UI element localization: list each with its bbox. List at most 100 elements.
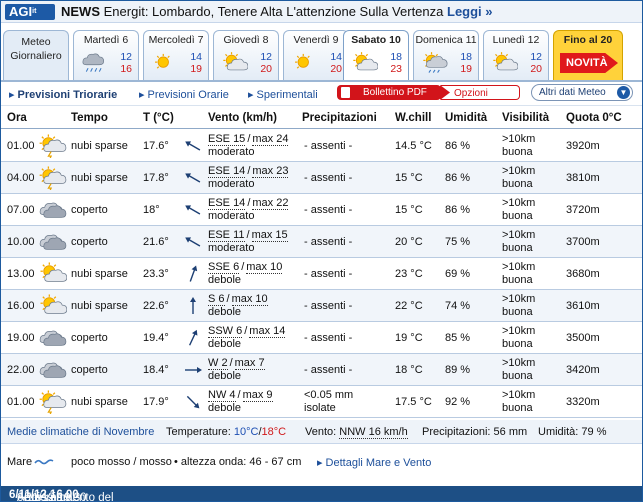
cell-visibilita: >10km buona bbox=[502, 197, 535, 223]
vis-distance: >10km bbox=[502, 261, 536, 273]
wind-arrow-icon bbox=[181, 358, 205, 382]
cell-temp: 23.3° bbox=[143, 268, 169, 280]
cell-vento: W 2/max 7 bbox=[208, 357, 265, 370]
cell-quota: 3320m bbox=[566, 396, 600, 408]
wind-direction: W 2 bbox=[208, 357, 228, 370]
cell-vento-type: debole bbox=[208, 370, 242, 382]
tab-previsioni-triorarie[interactable]: Previsioni Triorarie bbox=[9, 88, 118, 101]
cell-umidita: 75 % bbox=[445, 236, 471, 248]
cell-wchill: 15 °C bbox=[395, 172, 423, 184]
cell-precipitazioni: <0.05 mm isolate bbox=[304, 389, 353, 415]
col-tempo: Tempo bbox=[71, 112, 108, 124]
day-tab-max: 19 bbox=[460, 63, 472, 75]
tab-previsioni-orarie[interactable]: Previsioni Orarie bbox=[139, 88, 229, 101]
day-tab-min: 18 bbox=[460, 51, 472, 63]
dettagli-mare-link[interactable]: Dettagli Mare e Vento bbox=[317, 456, 432, 469]
cell-umidita: 85 % bbox=[445, 332, 471, 344]
cell-visibilita: >10km buona bbox=[502, 389, 535, 415]
wind-arrow-icon bbox=[181, 134, 205, 158]
cell-umidita: 92 % bbox=[445, 396, 471, 408]
cloud-icon bbox=[39, 198, 67, 222]
day-tab[interactable]: Meteo Giornaliero bbox=[3, 30, 69, 80]
day-tab-min: 12 bbox=[260, 51, 272, 63]
medie-vento-label: Vento: bbox=[305, 426, 337, 438]
cell-umidita: 89 % bbox=[445, 364, 471, 376]
day-tab[interactable]: Mercoledì 7 14 19 bbox=[143, 30, 209, 80]
day-tab-max: 23 bbox=[390, 63, 402, 75]
vis-distance: >10km bbox=[502, 133, 536, 145]
sun-cloud-icon bbox=[222, 51, 249, 75]
cell-quota: 3720m bbox=[566, 204, 600, 216]
vis-quality: buona bbox=[502, 370, 533, 382]
cell-umidita: 86 % bbox=[445, 172, 471, 184]
table-row: 07.00 coperto 18° ESE 14/max 22 moderato - as… bbox=[1, 194, 642, 226]
cell-ora: 01.00 bbox=[7, 140, 35, 152]
cell-vento-type: debole bbox=[208, 274, 242, 286]
bollettino-pdf-button[interactable]: Bollettino PDF bbox=[337, 85, 441, 100]
day-tab[interactable]: Fino al 20 NOVITÀ bbox=[553, 30, 623, 80]
sun-icon bbox=[292, 51, 318, 75]
day-tab[interactable]: Lunedì 12 12 20 bbox=[483, 30, 549, 80]
vis-quality: buona bbox=[502, 178, 533, 190]
col-precipitazioni: Precipitazioni bbox=[302, 112, 377, 124]
vis-distance: >10km bbox=[502, 197, 536, 209]
vis-quality: buona bbox=[502, 146, 533, 158]
day-tab[interactable]: Giovedì 8 12 20 bbox=[213, 30, 279, 80]
cell-vento-type: moderato bbox=[208, 178, 255, 190]
wind-max: max 22 bbox=[252, 197, 289, 210]
leggi-link[interactable]: Leggi » bbox=[447, 4, 493, 19]
wind-arrow-icon bbox=[181, 294, 205, 318]
opzioni-button[interactable]: Opzioni bbox=[440, 85, 520, 100]
tab-sperimentali[interactable]: Sperimentali bbox=[248, 88, 318, 101]
agg-next-time: 6/11/12 19.30 bbox=[17, 492, 87, 502]
day-tab[interactable]: Sabato 10 18 23 bbox=[343, 30, 409, 82]
medie-vento-value: NNW 16 km/h bbox=[339, 426, 408, 439]
medie-umidita: Umidità: 79 % bbox=[538, 426, 606, 438]
cell-precipitazioni: - assenti - bbox=[304, 364, 353, 376]
medie-precipitazioni: Precipitazioni: 56 mm bbox=[422, 426, 527, 438]
sun-cloud-icon bbox=[39, 294, 68, 318]
altri-dati-meteo-button[interactable]: Altri dati Meteo ▼ bbox=[531, 84, 633, 101]
cell-vento: SSE 6/max 10 bbox=[208, 261, 283, 274]
cell-quota: 3700m bbox=[566, 236, 600, 248]
medie-tmin: 10°C bbox=[233, 426, 259, 438]
aggiornamento-text: Aggiornamento del 6/11/12 16.00 - Prossi… bbox=[9, 489, 114, 501]
day-tab[interactable]: Domenica 11 18 19 bbox=[413, 30, 479, 80]
cell-precipitazioni: - assenti - bbox=[304, 204, 353, 216]
wind-max: max 7 bbox=[234, 357, 265, 370]
day-tab[interactable]: Martedì 6 12 16 bbox=[73, 30, 139, 80]
cell-vento: SSW 6/max 14 bbox=[208, 325, 286, 338]
table-row: 01.00 nubi sparse 17.6° ESE 15/max 24 modera… bbox=[1, 130, 642, 162]
prec-type: isolate bbox=[304, 402, 336, 414]
cell-tempo: nubi sparse bbox=[71, 140, 128, 152]
arrow-right-icon bbox=[440, 85, 450, 100]
agi-logo[interactable]: AGIit bbox=[5, 4, 55, 20]
cell-vento: ESE 14/max 22 bbox=[208, 197, 289, 210]
news-headline[interactable]: Energit: Lombardo, Tenere Alta L'attenzi… bbox=[104, 4, 444, 19]
cell-precipitazioni: - assenti - bbox=[304, 172, 353, 184]
vis-quality: buona bbox=[502, 274, 533, 286]
day-tab-label: Lunedì 12 bbox=[492, 34, 540, 46]
wind-sep: / bbox=[226, 293, 230, 305]
cell-wchill: 20 °C bbox=[395, 236, 423, 248]
day-tab-min: 12 bbox=[530, 51, 542, 63]
cell-tempo: nubi sparse bbox=[71, 172, 128, 184]
col-temp: T (°C) bbox=[143, 112, 174, 124]
day-tab-max: 20 bbox=[330, 63, 342, 75]
cell-tempo: coperto bbox=[71, 332, 108, 344]
wind-sep: / bbox=[247, 133, 251, 145]
cell-tempo: nubi sparse bbox=[71, 300, 128, 312]
cell-quota: 3920m bbox=[566, 140, 600, 152]
cell-precipitazioni: - assenti - bbox=[304, 236, 353, 248]
cell-visibilita: >10km buona bbox=[502, 261, 535, 287]
cell-vento-type: debole bbox=[208, 306, 242, 318]
medie-climatiche-link[interactable]: Medie climatiche di Novembre bbox=[7, 426, 154, 438]
news-ticker: NEWS Energit: Lombardo, Tenere Alta L'at… bbox=[61, 4, 493, 20]
cell-visibilita: >10km buona bbox=[502, 325, 535, 351]
day-tab-label: Sabato 10 bbox=[351, 34, 401, 46]
wind-direction: ESE 11 bbox=[208, 229, 245, 242]
cell-temp: 18° bbox=[143, 204, 160, 216]
cell-tempo: nubi sparse bbox=[71, 396, 128, 408]
cell-vento-type: debole bbox=[208, 402, 242, 414]
day-tab[interactable]: Venerdì 9 14 20 bbox=[283, 30, 349, 80]
